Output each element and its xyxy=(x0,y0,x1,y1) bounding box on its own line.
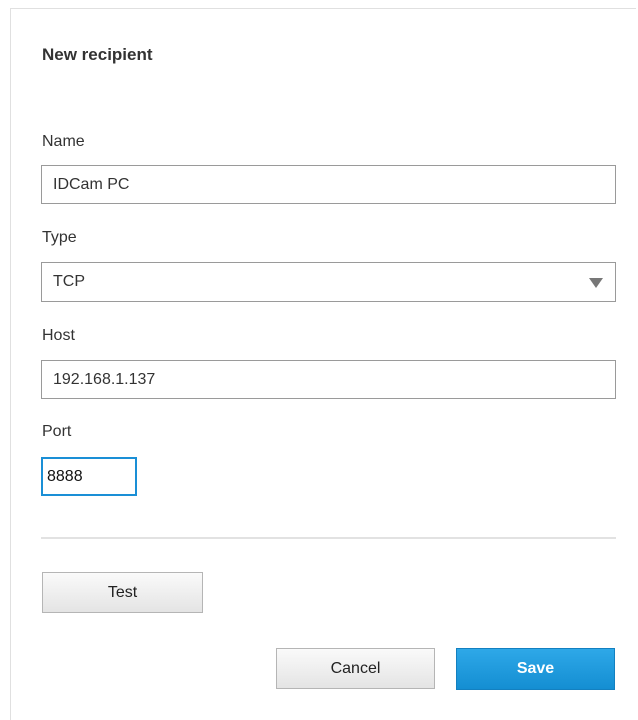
new-recipient-dialog: New recipient Name IDCam PC Type TCP Hos… xyxy=(10,8,636,720)
type-select-value: TCP xyxy=(53,273,85,290)
save-button[interactable]: Save xyxy=(456,648,615,690)
dialog-title: New recipient xyxy=(42,45,153,64)
port-input[interactable]: 8888 xyxy=(41,457,137,496)
host-label: Host xyxy=(42,327,75,344)
test-button[interactable]: Test xyxy=(42,572,203,613)
name-input[interactable]: IDCam PC xyxy=(41,165,616,204)
type-select[interactable]: TCP xyxy=(41,262,616,302)
cancel-button[interactable]: Cancel xyxy=(276,648,435,689)
host-input[interactable]: 192.168.1.137 xyxy=(41,360,616,399)
type-label: Type xyxy=(42,229,77,246)
port-label: Port xyxy=(42,423,72,440)
name-label: Name xyxy=(42,133,85,150)
chevron-down-icon xyxy=(589,278,603,288)
divider xyxy=(41,537,616,539)
